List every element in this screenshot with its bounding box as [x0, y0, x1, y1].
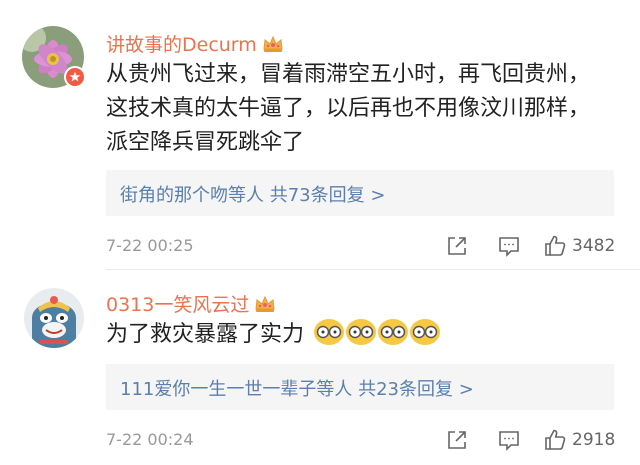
- comment-text: 为了救灾暴露了实力: [106, 318, 616, 357]
- comment-2: 0313一笑风云过 为了救灾暴露了实力 111爱你一生一世一辈子等人 共23条回…: [0, 0, 640, 465]
- glasses-face-emoji: [314, 319, 345, 345]
- comment-line: 为了救灾暴露了实力: [106, 322, 305, 347]
- avatar[interactable]: [24, 288, 84, 348]
- thumbs-up-icon[interactable]: [542, 427, 568, 453]
- vip-crown-icon: [253, 293, 277, 315]
- username[interactable]: 0313一笑风云过: [106, 290, 277, 317]
- glasses-face-emoji: [346, 319, 377, 345]
- replies-link[interactable]: 111爱你一生一世一辈子等人 共23条回复 >: [120, 375, 474, 401]
- glasses-face-emoji: [378, 319, 409, 345]
- action-bar: 2918: [440, 427, 640, 457]
- share-icon[interactable]: [444, 427, 470, 453]
- comment-icon[interactable]: [496, 427, 522, 453]
- cartoon-cat-avatar: [24, 288, 84, 348]
- like-count: 2918: [572, 430, 616, 450]
- timestamp: 7-22 00:24: [106, 430, 194, 449]
- emoji-group: [313, 318, 441, 357]
- glasses-face-emoji: [410, 319, 441, 345]
- replies-box[interactable]: 111爱你一生一世一辈子等人 共23条回复 >: [106, 364, 614, 410]
